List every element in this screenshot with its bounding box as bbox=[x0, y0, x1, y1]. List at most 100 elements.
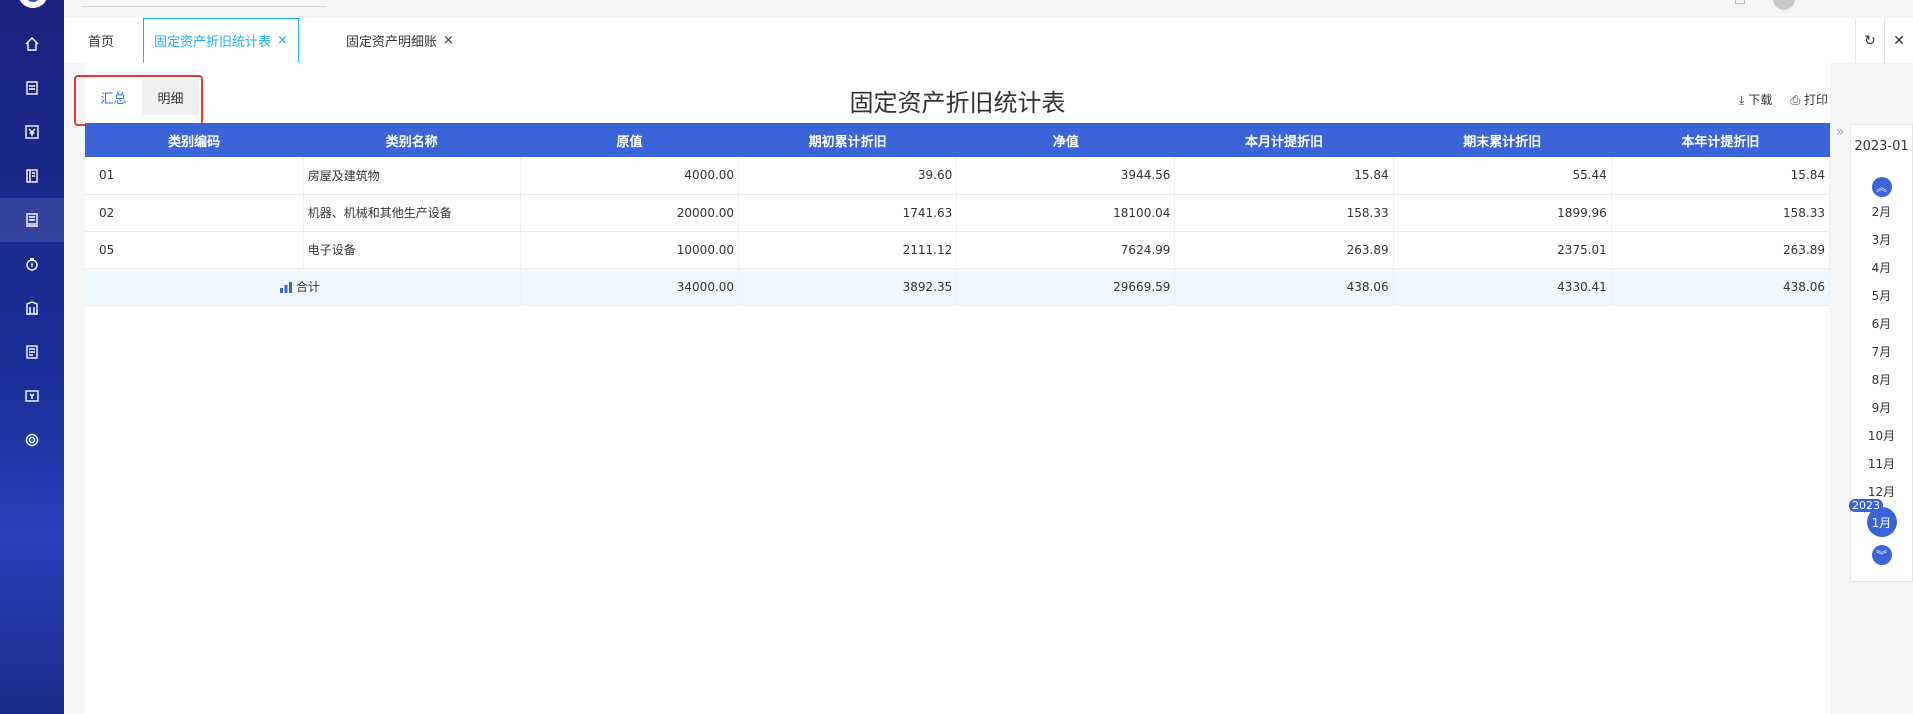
assets-icon[interactable] bbox=[0, 198, 64, 242]
month-item[interactable]: 8月 bbox=[1851, 365, 1912, 393]
total-row[interactable]: 合计 34000.00 3892.35 29669.59 438.06 4330… bbox=[85, 268, 1831, 306]
closing-accumulated: 1899.96 bbox=[1393, 194, 1612, 232]
download-button[interactable]: ⤓ 下载 bbox=[1739, 91, 1772, 108]
search-box-edge[interactable] bbox=[82, 6, 326, 7]
closing-accumulated: 55.44 bbox=[1393, 157, 1612, 195]
net-value: 7624.99 bbox=[956, 231, 1176, 269]
app-logo[interactable] bbox=[18, 0, 48, 8]
tab-home-label: 首页 bbox=[88, 35, 115, 50]
category-name: 电子设备 bbox=[303, 231, 521, 269]
original-value: 10000.00 bbox=[520, 231, 740, 269]
month-depreciation: 15.84 bbox=[1174, 157, 1394, 195]
invoice-icon[interactable] bbox=[0, 374, 64, 418]
table-header-row: 类别编码 类别名称 原值 期初累计折旧 净值 本月计提折旧 期末累计折旧 本年计… bbox=[85, 123, 1830, 157]
depreciation-table: 类别编码 类别名称 原值 期初累计折旧 净值 本月计提折旧 期末累计折旧 本年计… bbox=[85, 123, 1831, 306]
year-depreciation: 158.33 bbox=[1611, 194, 1831, 232]
current-year-badge: 2023 bbox=[1849, 499, 1883, 512]
total-month-depreciation: 438.06 bbox=[1174, 268, 1394, 306]
total-label: 合计 bbox=[296, 280, 321, 294]
building-icon[interactable] bbox=[0, 286, 64, 330]
close-all-icon[interactable]: ✕ bbox=[1884, 18, 1913, 63]
report-actions: ⤓ 下载 ⎙ 打印 bbox=[1739, 91, 1828, 108]
table-row[interactable]: 01 房屋及建筑物 4000.00 39.60 3944.56 15.84 55… bbox=[85, 157, 1831, 195]
tab-tools: ↻ ✕ bbox=[1855, 18, 1913, 63]
month-item[interactable]: 9月 bbox=[1851, 393, 1912, 421]
column-header[interactable]: 期末累计折旧 bbox=[1393, 123, 1612, 157]
expand-panel-icon[interactable]: » bbox=[1830, 124, 1850, 146]
table-row[interactable]: 05 电子设备 10000.00 2111.12 7624.99 263.89 … bbox=[85, 231, 1831, 269]
top-header bbox=[64, 0, 1913, 18]
month-item[interactable]: 10月 bbox=[1851, 421, 1912, 449]
close-icon[interactable]: × bbox=[443, 33, 454, 48]
month-item[interactable]: 4月 bbox=[1851, 253, 1912, 281]
home-icon[interactable] bbox=[0, 22, 64, 66]
notification-icon[interactable] bbox=[1735, 0, 1745, 4]
category-code: 01 bbox=[85, 157, 304, 195]
column-header[interactable]: 本月计提折旧 bbox=[1174, 123, 1394, 157]
selected-period[interactable]: 2023-01 bbox=[1851, 125, 1912, 167]
download-label: 下载 bbox=[1748, 93, 1773, 107]
category-name: 房屋及建筑物 bbox=[303, 157, 521, 195]
period-selector: 2023-01 ︽ 2月 3月 4月 5月 6月 7月 8月 9月 10月 11… bbox=[1849, 124, 1913, 582]
print-label: 打印 bbox=[1803, 93, 1828, 107]
page-title: 固定资产折旧统计表 bbox=[849, 89, 1066, 117]
category-name: 机器、机械和其他生产设备 bbox=[303, 194, 521, 232]
opening-accumulated: 39.60 bbox=[738, 157, 958, 195]
opening-accumulated: 2111.12 bbox=[738, 231, 958, 269]
column-header[interactable]: 本年计提折旧 bbox=[1611, 123, 1830, 157]
voucher-icon[interactable] bbox=[0, 66, 64, 110]
month-item[interactable]: 3月 bbox=[1851, 225, 1912, 253]
tab-asset-ledger[interactable]: 固定资产明细账 × bbox=[336, 18, 464, 63]
settings-gear-icon[interactable] bbox=[0, 418, 64, 462]
tax-icon[interactable] bbox=[0, 242, 64, 286]
total-original-value: 34000.00 bbox=[520, 268, 740, 306]
user-avatar[interactable] bbox=[1773, 0, 1795, 10]
printer-icon: ⎙ bbox=[1790, 93, 1800, 107]
closing-accumulated: 2375.01 bbox=[1393, 231, 1612, 269]
month-depreciation: 263.89 bbox=[1174, 231, 1394, 269]
finance-icon[interactable] bbox=[0, 110, 64, 154]
refresh-icon[interactable]: ↻ bbox=[1855, 18, 1884, 63]
month-item[interactable]: 11月 bbox=[1851, 449, 1912, 477]
total-year-depreciation: 438.06 bbox=[1611, 268, 1831, 306]
download-icon: ⤓ bbox=[1739, 93, 1745, 107]
month-item[interactable]: 2月 bbox=[1851, 197, 1912, 225]
column-header[interactable]: 期初累计折旧 bbox=[738, 123, 957, 157]
category-code: 02 bbox=[85, 194, 304, 232]
category-code: 05 bbox=[85, 231, 304, 269]
tab-bar: 首页 固定资产折旧统计表 × 固定资产明细账 × ↻ ✕ bbox=[64, 18, 1913, 63]
year-depreciation: 263.89 bbox=[1611, 231, 1831, 269]
scroll-down-icon[interactable]: ︾ bbox=[1871, 545, 1892, 565]
month-item[interactable]: 6月 bbox=[1851, 309, 1912, 337]
ledger-icon[interactable] bbox=[0, 154, 64, 198]
report-panel: 汇总 明细 固定资产折旧统计表 ⤓ 下载 ⎙ 打印 类别编码 类别名称 原值 期初累… bbox=[74, 63, 1831, 714]
original-value: 4000.00 bbox=[520, 157, 740, 195]
scroll-up-icon[interactable]: ︽ bbox=[1871, 177, 1892, 197]
opening-accumulated: 1741.63 bbox=[738, 194, 958, 232]
column-header[interactable]: 类别编码 bbox=[85, 123, 304, 157]
month-item[interactable]: 7月 bbox=[1851, 337, 1912, 365]
column-header[interactable]: 原值 bbox=[520, 123, 739, 157]
tab-home[interactable]: 首页 bbox=[78, 18, 124, 63]
column-header[interactable]: 净值 bbox=[956, 123, 1175, 157]
month-item[interactable]: 5月 bbox=[1851, 281, 1912, 309]
total-opening-accumulated: 3892.35 bbox=[738, 268, 958, 306]
bar-chart-icon[interactable] bbox=[280, 282, 292, 293]
total-net-value: 29669.59 bbox=[956, 268, 1176, 306]
total-closing-accumulated: 4330.41 bbox=[1393, 268, 1612, 306]
close-icon[interactable]: × bbox=[277, 33, 288, 48]
tab-asset-ledger-label: 固定资产明细账 bbox=[346, 35, 438, 50]
net-value: 18100.04 bbox=[956, 194, 1176, 232]
report-icon[interactable] bbox=[0, 330, 64, 374]
print-button[interactable]: ⎙ 打印 bbox=[1790, 91, 1828, 108]
column-header[interactable]: 类别名称 bbox=[303, 123, 521, 157]
month-depreciation: 158.33 bbox=[1174, 194, 1394, 232]
original-value: 20000.00 bbox=[520, 194, 740, 232]
table-row[interactable]: 02 机器、机械和其他生产设备 20000.00 1741.63 18100.0… bbox=[85, 194, 1831, 232]
year-depreciation: 15.84 bbox=[1611, 157, 1831, 195]
current-month[interactable]: 2023 1月 bbox=[1849, 499, 1912, 539]
total-label-cell: 合计 bbox=[85, 268, 521, 306]
tab-depreciation-stats[interactable]: 固定资产折旧统计表 × bbox=[143, 18, 299, 63]
tab-depreciation-stats-label: 固定资产折旧统计表 bbox=[154, 35, 272, 50]
month-list: 2月 3月 4月 5月 6月 7月 8月 9月 10月 11月 12月 2023… bbox=[1849, 197, 1912, 539]
